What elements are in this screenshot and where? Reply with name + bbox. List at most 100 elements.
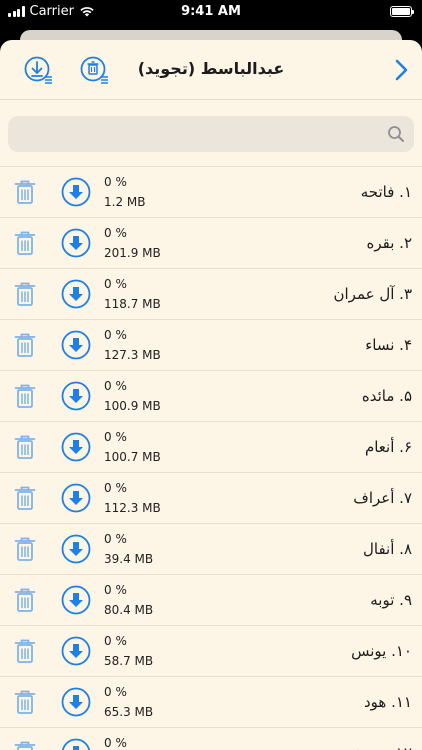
download-progress: 0 % <box>104 532 127 546</box>
download-button[interactable] <box>61 585 91 615</box>
list-item[interactable]: 0 % 112.3 MB ۷. أعراف <box>0 473 422 524</box>
download-button[interactable] <box>61 738 91 750</box>
download-icon <box>61 279 91 309</box>
list-item[interactable]: 0 % 65.3 MB ۱۱. هود <box>0 677 422 728</box>
download-button[interactable] <box>61 636 91 666</box>
download-button[interactable] <box>61 177 91 207</box>
surah-name: ۱. فاتحه <box>360 183 412 201</box>
download-progress: 0 % <box>104 226 127 240</box>
delete-button[interactable] <box>14 179 36 205</box>
download-progress: 0 % <box>104 430 127 444</box>
delete-button[interactable] <box>14 587 36 613</box>
search-input[interactable] <box>8 116 414 152</box>
surah-name: ۱۲. یوسف <box>346 744 412 750</box>
trash-icon <box>14 384 36 408</box>
download-icon <box>61 432 91 462</box>
delete-button[interactable] <box>14 434 36 460</box>
download-button[interactable] <box>61 687 91 717</box>
trash-icon <box>14 588 36 612</box>
surah-name: ۱۱. هود <box>364 693 412 711</box>
delete-button[interactable] <box>14 689 36 715</box>
list-item[interactable]: 0 % ۱۲. یوسف <box>0 728 422 750</box>
surah-name: ۶. أنعام <box>364 438 412 456</box>
download-button[interactable] <box>61 483 91 513</box>
delete-button[interactable] <box>14 281 36 307</box>
nav-bar: عبدالباسط (تجوید) <box>0 40 422 100</box>
file-size: 80.4 MB <box>104 603 154 617</box>
download-progress: 0 % <box>104 328 127 342</box>
download-icon <box>61 228 91 258</box>
battery-icon <box>390 6 414 17</box>
list-item[interactable]: 0 % 1.2 MB ۱. فاتحه <box>0 167 422 218</box>
download-button[interactable] <box>61 381 91 411</box>
list-item[interactable]: 0 % 100.9 MB ۵. مائده <box>0 371 422 422</box>
surah-name: ۱۰. یونس <box>351 642 412 660</box>
download-progress: 0 % <box>104 379 127 393</box>
download-button[interactable] <box>61 330 91 360</box>
download-icon <box>61 381 91 411</box>
delete-button[interactable] <box>14 332 36 358</box>
download-icon <box>61 687 91 717</box>
surah-name: ۴. نساء <box>365 336 412 354</box>
surah-name: ۳. آل عمران <box>333 285 412 303</box>
file-size: 39.4 MB <box>104 552 154 566</box>
download-icon <box>61 483 91 513</box>
file-size: 112.3 MB <box>104 501 161 515</box>
download-progress: 0 % <box>104 634 127 648</box>
download-button[interactable] <box>61 432 91 462</box>
list-item[interactable]: 0 % 118.7 MB ۳. آل عمران <box>0 269 422 320</box>
list-item[interactable]: 0 % 39.4 MB ۸. أنفال <box>0 524 422 575</box>
surah-list: 0 % 1.2 MB ۱. فاتحه 0 % 201.9 MB ۲. بقره 0 % 11… <box>0 166 422 750</box>
trash-icon <box>14 639 36 663</box>
download-icon <box>61 330 91 360</box>
search-bar <box>8 116 414 152</box>
delete-button[interactable] <box>14 740 36 750</box>
trash-icon <box>14 741 36 750</box>
download-button[interactable] <box>61 228 91 258</box>
search-icon <box>388 126 404 142</box>
status-time: 9:41 AM <box>181 4 241 19</box>
download-icon <box>61 534 91 564</box>
list-item[interactable]: 0 % 127.3 MB ۴. نساء <box>0 320 422 371</box>
search-container <box>0 100 422 152</box>
file-size: 201.9 MB <box>104 246 161 260</box>
delete-button[interactable] <box>14 638 36 664</box>
surah-name: ۵. مائده <box>361 387 412 405</box>
download-button[interactable] <box>61 534 91 564</box>
back-button[interactable] <box>386 55 416 85</box>
delete-button[interactable] <box>14 230 36 256</box>
status-bar: Carrier 9:41 AM <box>0 0 422 24</box>
surah-name: ۲. بقره <box>366 234 413 252</box>
download-button[interactable] <box>61 279 91 309</box>
list-item[interactable]: 0 % 58.7 MB ۱۰. یونس <box>0 626 422 677</box>
download-progress: 0 % <box>104 736 127 750</box>
trash-icon <box>14 486 36 510</box>
trash-icon <box>14 537 36 561</box>
download-icon <box>61 177 91 207</box>
list-item[interactable]: 0 % 100.7 MB ۶. أنعام <box>0 422 422 473</box>
download-progress: 0 % <box>104 175 127 189</box>
trash-icon <box>14 690 36 714</box>
trash-icon <box>14 333 36 357</box>
file-size: 118.7 MB <box>104 297 161 311</box>
file-size: 1.2 MB <box>104 195 146 209</box>
delete-button[interactable] <box>14 485 36 511</box>
trash-icon <box>14 435 36 459</box>
surah-name: ۸. أنفال <box>363 540 412 558</box>
surah-name: ۹. توبه <box>370 591 412 609</box>
download-icon <box>61 738 91 750</box>
delete-button[interactable] <box>14 536 36 562</box>
list-item[interactable]: 0 % 201.9 MB ۲. بقره <box>0 218 422 269</box>
trash-icon <box>14 180 36 204</box>
delete-button[interactable] <box>14 383 36 409</box>
file-size: 65.3 MB <box>104 705 154 719</box>
surah-name: ۷. أعراف <box>353 489 412 507</box>
file-size: 58.7 MB <box>104 654 154 668</box>
download-progress: 0 % <box>104 583 127 597</box>
file-size: 100.7 MB <box>104 450 161 464</box>
chevron-right-icon <box>395 59 408 81</box>
download-icon <box>61 585 91 615</box>
file-size: 127.3 MB <box>104 348 161 362</box>
file-size: 100.9 MB <box>104 399 161 413</box>
list-item[interactable]: 0 % 80.4 MB ۹. توبه <box>0 575 422 626</box>
